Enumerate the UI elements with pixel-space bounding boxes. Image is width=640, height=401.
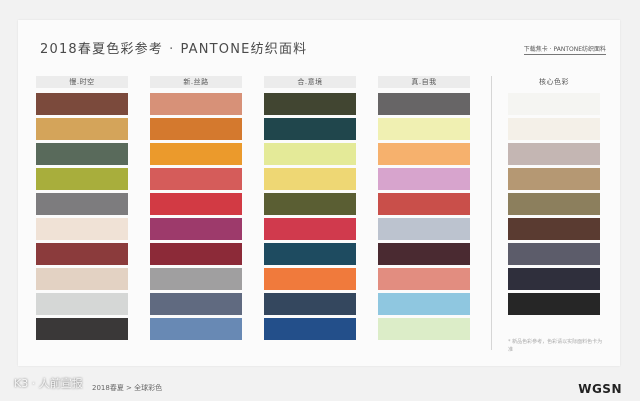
title-main: 2018春夏色彩参考 <box>40 42 164 57</box>
page-title: 2018春夏色彩参考 · PANTONE纺织面料 <box>40 38 307 57</box>
color-board: 2018春夏色彩参考 · PANTONE纺织面料 下载焦卡 · PANTONE纺织面… <box>18 20 620 366</box>
color-swatch <box>264 118 356 140</box>
color-swatch <box>264 143 356 165</box>
color-swatch <box>36 168 128 190</box>
color-swatch <box>36 143 128 165</box>
column-header: 新.丝路 <box>150 76 242 88</box>
core-column-header: 核心色彩 <box>539 78 569 86</box>
palette-column-2: 新.丝路 <box>150 76 242 340</box>
color-swatch <box>36 93 128 115</box>
color-swatch <box>150 218 242 240</box>
color-swatch <box>378 318 470 340</box>
watermark: K3 · 人前宣报 <box>14 377 83 390</box>
color-swatch <box>150 243 242 265</box>
breadcrumb: 2018春夏 > 全球彩色 <box>92 384 163 392</box>
color-swatch <box>36 193 128 215</box>
color-swatch <box>150 193 242 215</box>
color-swatch <box>378 168 470 190</box>
swatch-list <box>264 93 356 340</box>
color-swatch <box>378 93 470 115</box>
core-color-swatch <box>508 143 600 165</box>
footnote: * 新品色彩参考，色彩请以实际面料色卡为准 <box>508 339 603 353</box>
swatch-list <box>150 93 242 340</box>
core-color-swatch <box>508 118 600 140</box>
core-color-swatch <box>508 243 600 265</box>
swatch-list <box>36 93 128 340</box>
top-right-caption: 下载焦卡 · PANTONE纺织面料 <box>523 44 606 55</box>
core-color-swatch <box>508 268 600 290</box>
color-swatch <box>264 243 356 265</box>
color-swatch <box>36 268 128 290</box>
core-color-swatch <box>508 293 600 315</box>
color-swatch <box>378 218 470 240</box>
color-swatch <box>150 168 242 190</box>
color-swatch <box>264 268 356 290</box>
column-header: 合.意境 <box>264 76 356 88</box>
title-sub: PANTONE纺织面料 <box>180 42 308 57</box>
title-separator: · <box>169 42 175 57</box>
core-swatch-list <box>508 93 600 315</box>
color-swatch <box>264 218 356 240</box>
color-swatch <box>36 218 128 240</box>
core-color-swatch <box>508 218 600 240</box>
color-swatch <box>36 118 128 140</box>
color-swatch <box>36 293 128 315</box>
brand-logo: WGSN <box>578 382 622 396</box>
color-swatch <box>378 143 470 165</box>
color-swatch <box>150 293 242 315</box>
color-swatch <box>264 93 356 115</box>
color-swatch <box>378 293 470 315</box>
color-swatch <box>150 318 242 340</box>
core-color-swatch <box>508 93 600 115</box>
top-right-text: 下载焦卡 · PANTONE纺织面料 <box>523 46 606 53</box>
color-swatch <box>150 268 242 290</box>
core-color-swatch <box>508 168 600 190</box>
palette-column-1: 慢.时空 <box>36 76 128 340</box>
column-header: 真.自我 <box>378 76 470 88</box>
color-swatch <box>264 193 356 215</box>
color-swatch <box>150 118 242 140</box>
color-swatch <box>36 243 128 265</box>
color-swatch <box>378 268 470 290</box>
column-divider <box>491 76 492 350</box>
color-swatch <box>378 118 470 140</box>
palette-column-4: 真.自我 <box>378 76 470 340</box>
palette-column-3: 合.意境 <box>264 76 356 340</box>
column-header: 慢.时空 <box>36 76 128 88</box>
color-swatch <box>36 318 128 340</box>
swatch-list <box>378 93 470 340</box>
core-color-swatch <box>508 193 600 215</box>
color-swatch <box>150 93 242 115</box>
color-swatch <box>150 143 242 165</box>
color-swatch <box>378 243 470 265</box>
core-palette-column: 核心色彩 <box>508 76 600 315</box>
color-swatch <box>264 318 356 340</box>
color-swatch <box>264 168 356 190</box>
color-swatch <box>378 193 470 215</box>
top-right-underline <box>523 54 606 55</box>
color-swatch <box>264 293 356 315</box>
